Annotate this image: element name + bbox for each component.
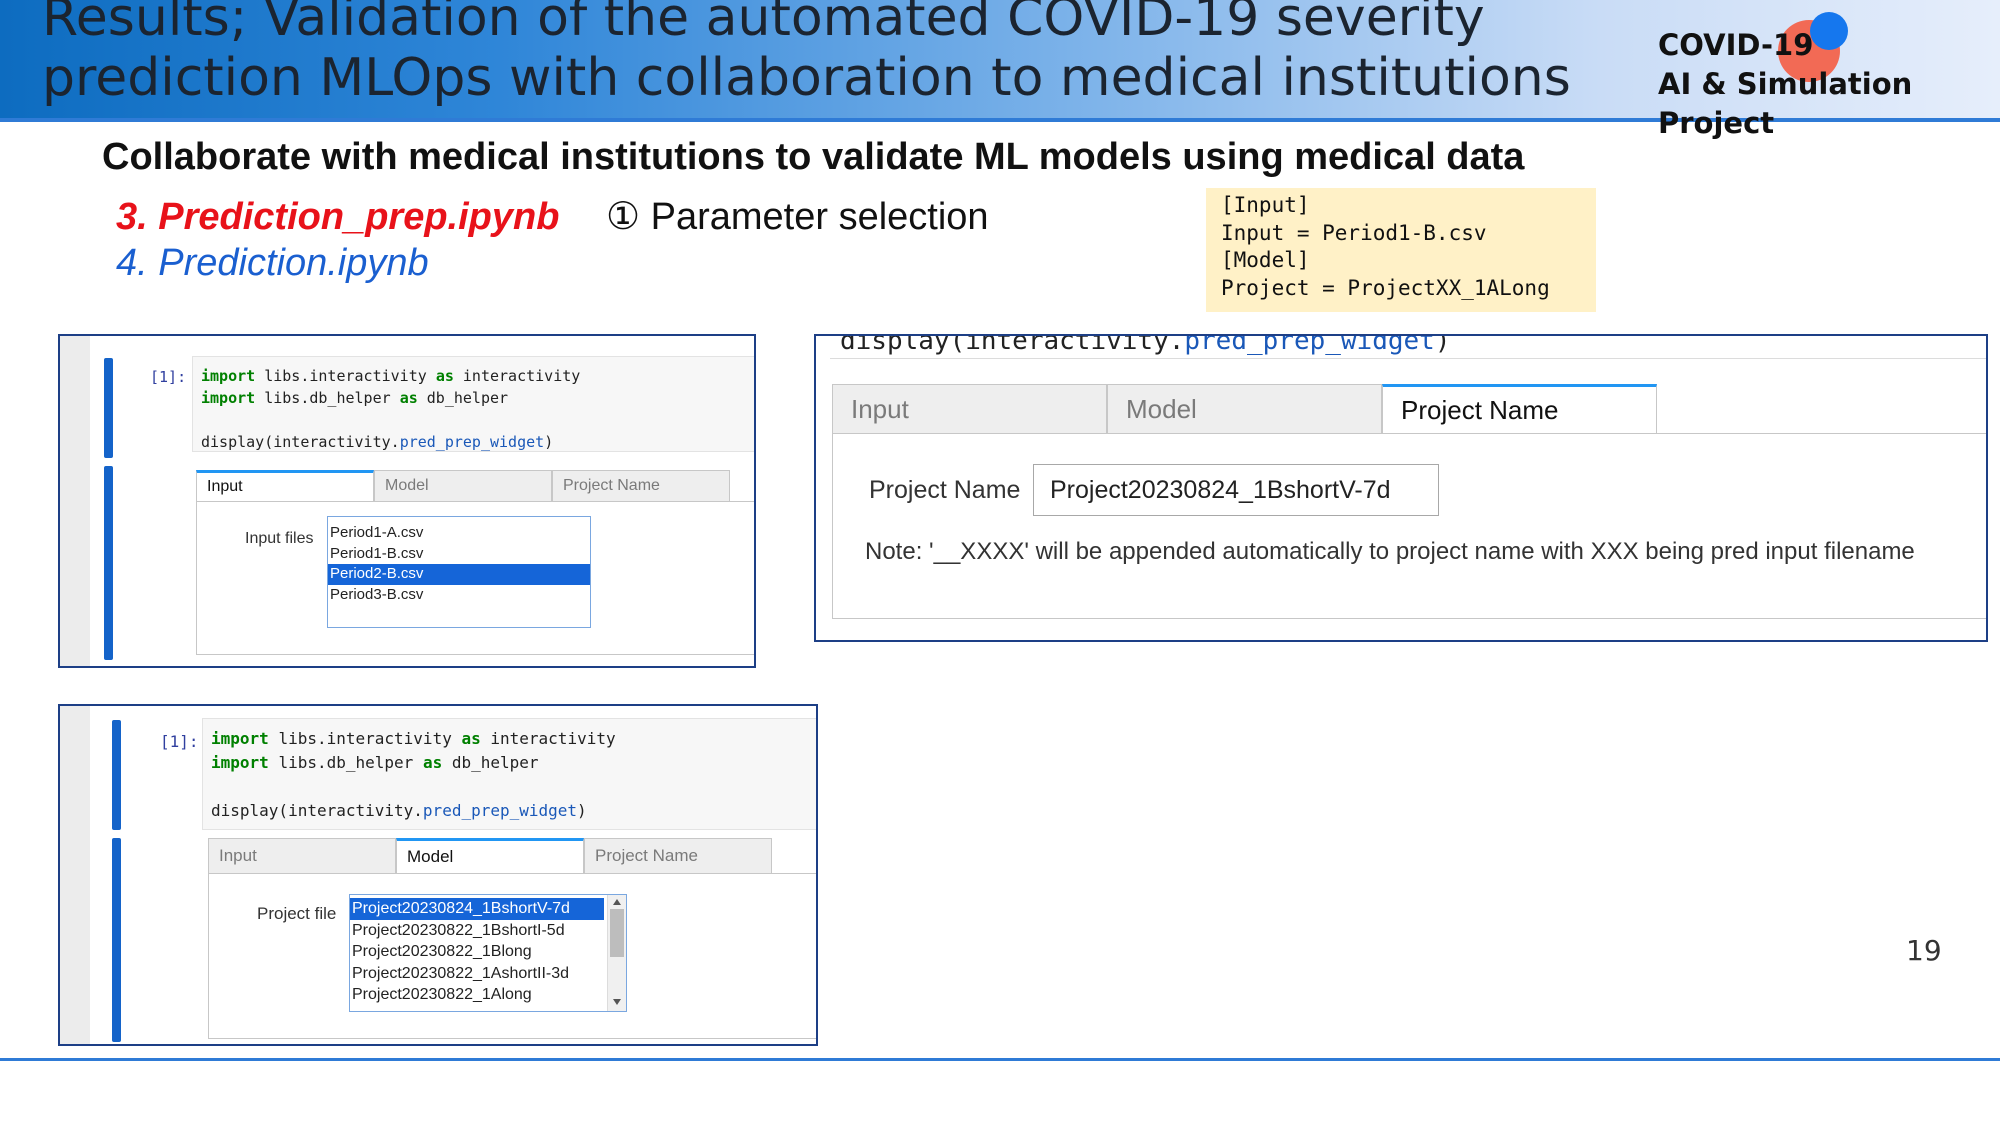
kw-import: import [201,389,256,407]
call-prefix: display(interactivity. [201,433,400,451]
tab-content: Project file Project20230824_1BshortV-7d… [208,873,816,1039]
call-suffix: ) [544,433,554,451]
code-cell[interactable]: import libs.interactivity as interactivi… [192,356,754,452]
brand-line-1: COVID-19 [1658,28,1814,62]
kw-import: import [211,729,269,748]
project-file-label: Project file [257,904,337,923]
call-attr: pred_prep_widget [1184,334,1435,356]
call-suffix: ) [1434,334,1451,356]
notebook-projectname-panel: display(interactivity.pred_prep_widget) … [814,334,1988,642]
parameters-box: [Input] Input = Period1-B.csv [Model] Proje… [1206,188,1596,312]
step-label: ① Parameter selection [606,196,989,238]
tab-project-name[interactable]: Project Name [552,470,730,502]
tab-content: Input files Period1-A.csv Period1-B.csv … [196,501,754,655]
list-option[interactable]: Project20230822_1BshortI-5d [350,920,626,942]
module-name: libs.interactivity [278,729,452,748]
tab-bar: Input Model Project Name [208,838,772,874]
list-option[interactable]: Period1-A.csv [328,523,590,544]
module-alias: interactivity [490,729,616,748]
slide-subtitle: Collaborate with medical institutions to… [102,136,1525,178]
input-files-label: Input files [245,530,314,547]
project-name-label: Project Name [869,476,1021,504]
slide-title: Results; Validation of the automated COV… [42,0,1602,108]
notebook-model-panel: [1]: import libs.interactivity as intera… [58,704,818,1046]
module-alias: db_helper [426,389,509,407]
brand-line-2: AI & Simulation Project [1658,67,1913,140]
notebook-step4-label: 4. Prediction.ipynb [116,242,429,284]
tab-model[interactable]: Model [374,470,552,502]
params-line-1: [Input] [1221,193,1310,217]
kw-as: as [461,729,481,748]
list-option[interactable]: Period1-B.csv [328,544,590,565]
brand-text: COVID-19 AI & Simulation Project [1658,26,1998,143]
footer-divider [0,1058,2000,1061]
list-option[interactable]: Project20230822_1AshortII-3d [350,963,626,985]
input-files-listbox[interactable]: Period1-A.csv Period1-B.csv Period2-B.cs… [327,516,591,628]
module-name: libs.interactivity [264,367,427,385]
kw-as: as [435,367,454,385]
list-option[interactable]: Project20230822_1Along [350,984,626,1006]
module-name: libs.db_helper [264,389,391,407]
tab-project-name[interactable]: Project Name [1382,384,1657,434]
list-option-selected[interactable]: Project20230824_1BshortV-7d [350,898,604,920]
tab-bar: Input Model Project Name [196,470,730,502]
params-line-3: [Model] [1221,248,1310,272]
tab-input[interactable]: Input [208,838,396,874]
kw-as: as [399,389,418,407]
call-suffix: ) [577,801,587,820]
tab-model[interactable]: Model [396,838,584,874]
output-selection-bar [112,838,121,1042]
notebook-input-panel: [1]: import libs.interactivity as intera… [58,334,756,668]
list-option-selected[interactable]: Period2-B.csv [328,564,590,585]
call-prefix: display(interactivity. [211,801,423,820]
module-name: libs.db_helper [278,753,414,772]
params-line-4: Project = ProjectXX_1ALong [1221,275,1550,300]
tab-model[interactable]: Model [1107,384,1382,434]
call-attr: pred_prep_widget [422,801,578,820]
project-name-note: Note: '__XXXX' will be appended automati… [865,538,1915,565]
listbox-scrollbar[interactable] [607,895,626,1011]
notebook-step3-label: 3. Prediction_prep.ipynb [116,196,560,238]
code-cell-fragment: display(interactivity.pred_prep_widget) [840,334,1451,356]
kw-as: as [422,753,443,772]
kw-import: import [201,367,256,385]
module-alias: interactivity [462,367,581,385]
slide-title-line-1: Results; Validation of the automated COV… [42,0,1485,48]
scrollbar-thumb[interactable] [610,909,624,957]
project-file-listbox[interactable]: Project20230824_1BshortV-7d Project20230… [349,894,627,1012]
tab-project-name[interactable]: Project Name [584,838,772,874]
cell-selection-bar [104,358,113,458]
output-selection-bar [104,466,113,660]
code-cell[interactable]: import libs.interactivity as interactivi… [202,718,816,830]
params-line-2: Input = Period1-B.csv [1221,220,1487,245]
tab-input[interactable]: Input [832,384,1107,434]
tab-bar: Input Model Project Name [832,384,1657,434]
scroll-down-icon[interactable] [613,999,621,1005]
list-option[interactable]: Period3-B.csv [328,585,590,606]
tab-input[interactable]: Input [196,470,374,502]
module-alias: db_helper [451,753,539,772]
cell-prompt: [1]: [150,368,187,386]
list-option[interactable]: Project20230822_1Blong [350,941,626,963]
project-name-input[interactable]: Project20230824_1BshortV-7d [1033,464,1439,516]
call-attr: pred_prep_widget [399,433,545,451]
cell-selection-bar [112,720,121,830]
cell-prompt: [1]: [160,732,199,751]
notebook-gutter [60,706,90,1044]
notebook-gutter [60,336,90,666]
tab-content: Project Name Project20230824_1BshortV-7d… [832,433,1986,619]
slide-title-line-2: prediction MLOps with collaboration to m… [42,48,1571,108]
call-prefix: display(interactivity. [840,334,1185,356]
page-number: 19 [1906,934,1942,967]
scroll-up-icon[interactable] [613,899,621,905]
kw-import: import [211,753,269,772]
cell-divider [830,358,1986,359]
